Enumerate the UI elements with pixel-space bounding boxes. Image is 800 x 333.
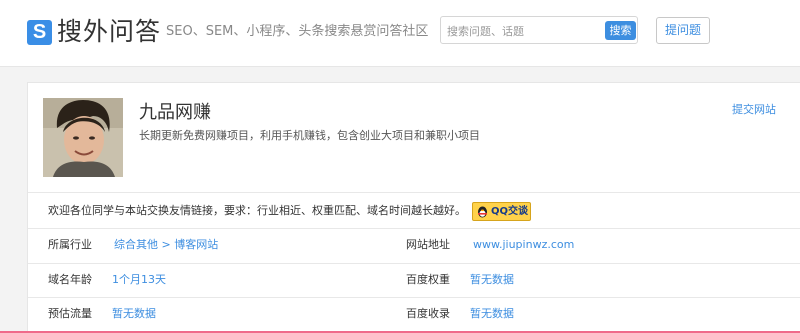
- qq-chat-button[interactable]: QQ交谈: [472, 202, 531, 221]
- top-header: S 搜外问答 SEO、SEM、小程序、头条搜索悬赏问答社区 搜索 提问题: [0, 0, 800, 67]
- baidu-index-label: 百度收录: [406, 307, 450, 320]
- domain-age-value: 1个月13天: [112, 273, 166, 286]
- info-row-domain: 域名年龄 1个月13天 百度权重 暂无数据: [28, 264, 800, 297]
- ask-question-button[interactable]: 提问题: [656, 17, 710, 44]
- search-button[interactable]: 搜索: [605, 21, 636, 40]
- site-description: 长期更新免费网赚项目，利用手机赚钱，包含创业大项目和兼职小项目: [139, 129, 480, 142]
- site-url-link[interactable]: www.jiupinwz.com: [473, 237, 574, 253]
- baidu-weight-value: 暂无数据: [470, 273, 514, 286]
- breadcrumb-separator: >: [161, 238, 171, 251]
- category-link[interactable]: 综合其他: [114, 238, 158, 251]
- site-info-card: 九品网赚 长期更新免费网赚项目，利用手机赚钱，包含创业大项目和兼职小项目 提交网…: [27, 82, 800, 333]
- domain-age-label: 域名年龄: [48, 273, 92, 286]
- search-box: 搜索: [440, 16, 638, 44]
- info-row-industry: 所属行业 综合其他 > 博客网站 网站地址 www.jiupinwz.com: [28, 229, 800, 262]
- site-name: 九品网赚: [139, 102, 211, 123]
- exchange-notice: 欢迎各位同学与本站交换友情链接，要求：行业相近、权重匹配、域名时间越长越好。: [48, 204, 466, 217]
- qq-chat-label: QQ交谈: [491, 206, 529, 217]
- url-label: 网站地址: [406, 238, 450, 251]
- industry-label: 所属行业: [48, 238, 92, 251]
- site-title[interactable]: 搜外问答: [57, 15, 161, 49]
- industry-value: 综合其他 > 博客网站: [114, 237, 218, 253]
- site-slogan: SEO、SEM、小程序、头条搜索悬赏问答社区: [166, 24, 429, 39]
- site-avatar: [43, 98, 123, 177]
- baidu-index-value: 暂无数据: [470, 307, 514, 320]
- divider: [28, 192, 800, 193]
- logo-icon[interactable]: S: [27, 20, 52, 45]
- info-row-traffic: 预估流量 暂无数据 百度收录 暂无数据: [28, 298, 800, 331]
- baidu-weight-label: 百度权重: [406, 273, 450, 286]
- subcategory-link[interactable]: 博客网站: [174, 238, 218, 251]
- submit-site-link[interactable]: 提交网站: [732, 102, 776, 118]
- qq-penguin-icon: [478, 206, 487, 218]
- search-input[interactable]: [445, 20, 599, 42]
- traffic-value: 暂无数据: [112, 307, 156, 320]
- traffic-label: 预估流量: [48, 307, 92, 320]
